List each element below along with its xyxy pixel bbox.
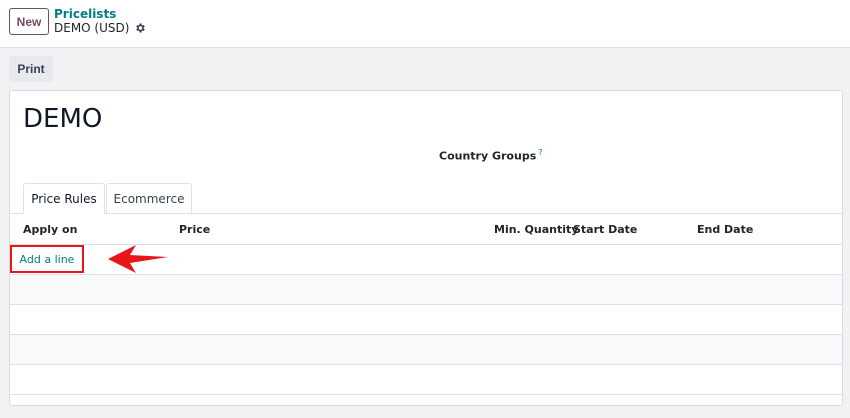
breadcrumb-current: DEMO (USD)	[54, 21, 146, 35]
tab-ecommerce[interactable]: Ecommerce	[106, 183, 192, 214]
record-name: DEMO (USD)	[54, 21, 130, 35]
column-end-date[interactable]: End Date	[697, 223, 753, 236]
column-start-date[interactable]: Start Date	[573, 223, 637, 236]
print-button[interactable]: Print	[9, 56, 53, 82]
pricelist-title[interactable]: DEMO	[23, 104, 102, 134]
country-groups-label: Country Groups?	[439, 148, 543, 163]
help-tooltip-icon[interactable]: ?	[538, 148, 542, 157]
notebook-tabs: Price Rules Ecommerce	[10, 183, 842, 214]
table-row	[10, 335, 842, 365]
add-a-line-link[interactable]: Add a line	[10, 245, 84, 273]
control-panel: New Pricelists DEMO (USD)	[0, 0, 850, 48]
column-apply-on[interactable]: Apply on	[23, 223, 77, 236]
column-min-quantity[interactable]: Min. Quantity	[494, 223, 578, 236]
table-row	[10, 275, 842, 305]
breadcrumb-pricelists[interactable]: Pricelists	[54, 7, 116, 21]
country-groups-text: Country Groups	[439, 149, 537, 163]
tab-price-rules[interactable]: Price Rules	[23, 183, 105, 214]
form-sheet: DEMO Country Groups? Price Rules Ecommer…	[9, 90, 843, 406]
gear-icon[interactable]	[134, 22, 146, 34]
column-price[interactable]: Price	[179, 223, 210, 236]
left-arrow-icon	[108, 245, 168, 273]
table-row	[10, 365, 842, 395]
table-row	[10, 305, 842, 335]
new-button[interactable]: New	[9, 8, 49, 35]
